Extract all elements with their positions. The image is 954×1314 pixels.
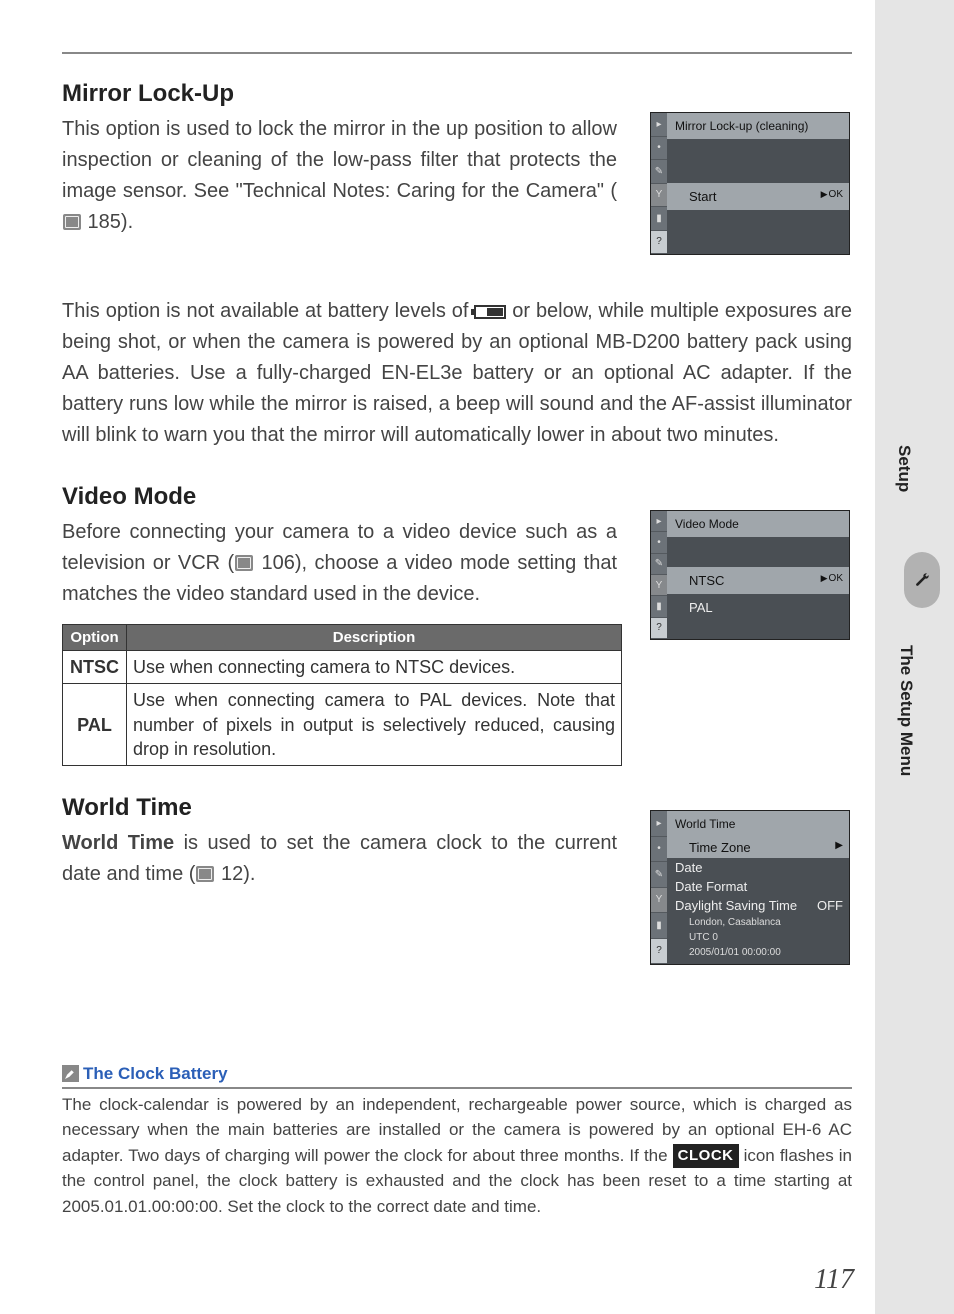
heading-video-mode: Video Mode bbox=[62, 483, 852, 511]
lcd-title: Video Mode bbox=[667, 511, 849, 537]
table-row: PAL Use when connecting camera to PAL de… bbox=[63, 684, 622, 766]
lcd-title: World Time bbox=[667, 811, 849, 837]
lcd-item-dst[interactable]: Daylight Saving Time OFF bbox=[667, 896, 849, 915]
world-time-paragraph: World Time is used to set the camera clo… bbox=[62, 828, 617, 890]
note-rule bbox=[62, 1087, 852, 1089]
wrench-icon bbox=[904, 552, 940, 608]
heading-mirror-lockup: Mirror Lock-Up bbox=[62, 80, 852, 108]
lcd-side-icons: ▸•✎Y▮? bbox=[651, 511, 667, 639]
pencil-icon bbox=[62, 1065, 79, 1082]
clock-battery-note: The Clock Battery The clock-calendar is … bbox=[62, 1064, 852, 1219]
col-option: Option bbox=[63, 625, 127, 651]
mirror-paragraph-2: This option is not available at battery … bbox=[62, 296, 852, 451]
page-ref-icon bbox=[235, 555, 253, 571]
mirror-paragraph-1: This option is used to lock the mirror i… bbox=[62, 114, 617, 238]
lcd-side-icons: ▸•✎Y▮? bbox=[651, 811, 667, 964]
chevron-right-icon: ▶ bbox=[835, 840, 843, 851]
lcd-timestamp: 2005/01/01 00:00:00 bbox=[667, 945, 849, 964]
lcd-side-icons: ▸•✎Y▮? bbox=[651, 113, 667, 254]
lcd-title: Mirror Lock-up (cleaning) bbox=[667, 113, 849, 139]
page-number: 117 bbox=[814, 1264, 854, 1296]
page-ref-icon bbox=[63, 214, 81, 230]
note-title: The Clock Battery bbox=[83, 1064, 228, 1083]
lcd-world-time: ▸•✎Y▮? World Time Time Zone ▶ Date Date … bbox=[650, 810, 850, 965]
video-mode-table: Option Description NTSC Use when connect… bbox=[62, 624, 622, 766]
lcd-item-timezone[interactable]: Time Zone ▶ bbox=[667, 837, 849, 858]
table-row: NTSC Use when connecting camera to NTSC … bbox=[63, 651, 622, 684]
note-body: The clock-calendar is powered by an inde… bbox=[62, 1092, 852, 1220]
col-description: Description bbox=[127, 625, 622, 651]
dst-value: OFF bbox=[817, 898, 843, 913]
lcd-utc: UTC 0 bbox=[667, 930, 849, 945]
video-paragraph: Before connecting your camera to a video… bbox=[62, 517, 617, 610]
lcd-mirror-lockup: ▸•✎Y▮? Mirror Lock-up (cleaning) Start O… bbox=[650, 112, 850, 255]
lcd-item-pal[interactable]: PAL bbox=[667, 594, 849, 621]
lcd-item-start[interactable]: Start OK bbox=[667, 183, 849, 210]
ok-indicator: OK bbox=[821, 189, 843, 200]
page-ref-icon bbox=[196, 866, 214, 882]
side-label-setup: Setup bbox=[894, 445, 914, 492]
lcd-video-mode: ▸•✎Y▮? Video Mode NTSC OK PAL bbox=[650, 510, 850, 640]
side-tab: Setup The Setup Menu bbox=[874, 0, 954, 1314]
battery-icon bbox=[474, 305, 506, 319]
lcd-item-date-format[interactable]: Date Format bbox=[667, 877, 849, 896]
side-label-setup-menu: The Setup Menu bbox=[896, 645, 916, 776]
lcd-item-ntsc[interactable]: NTSC OK bbox=[667, 567, 849, 594]
lcd-timezone-city: London, Casablanca bbox=[667, 915, 849, 930]
clock-badge: CLOCK bbox=[673, 1144, 739, 1169]
ok-indicator: OK bbox=[821, 573, 843, 584]
lcd-item-date[interactable]: Date bbox=[667, 858, 849, 877]
